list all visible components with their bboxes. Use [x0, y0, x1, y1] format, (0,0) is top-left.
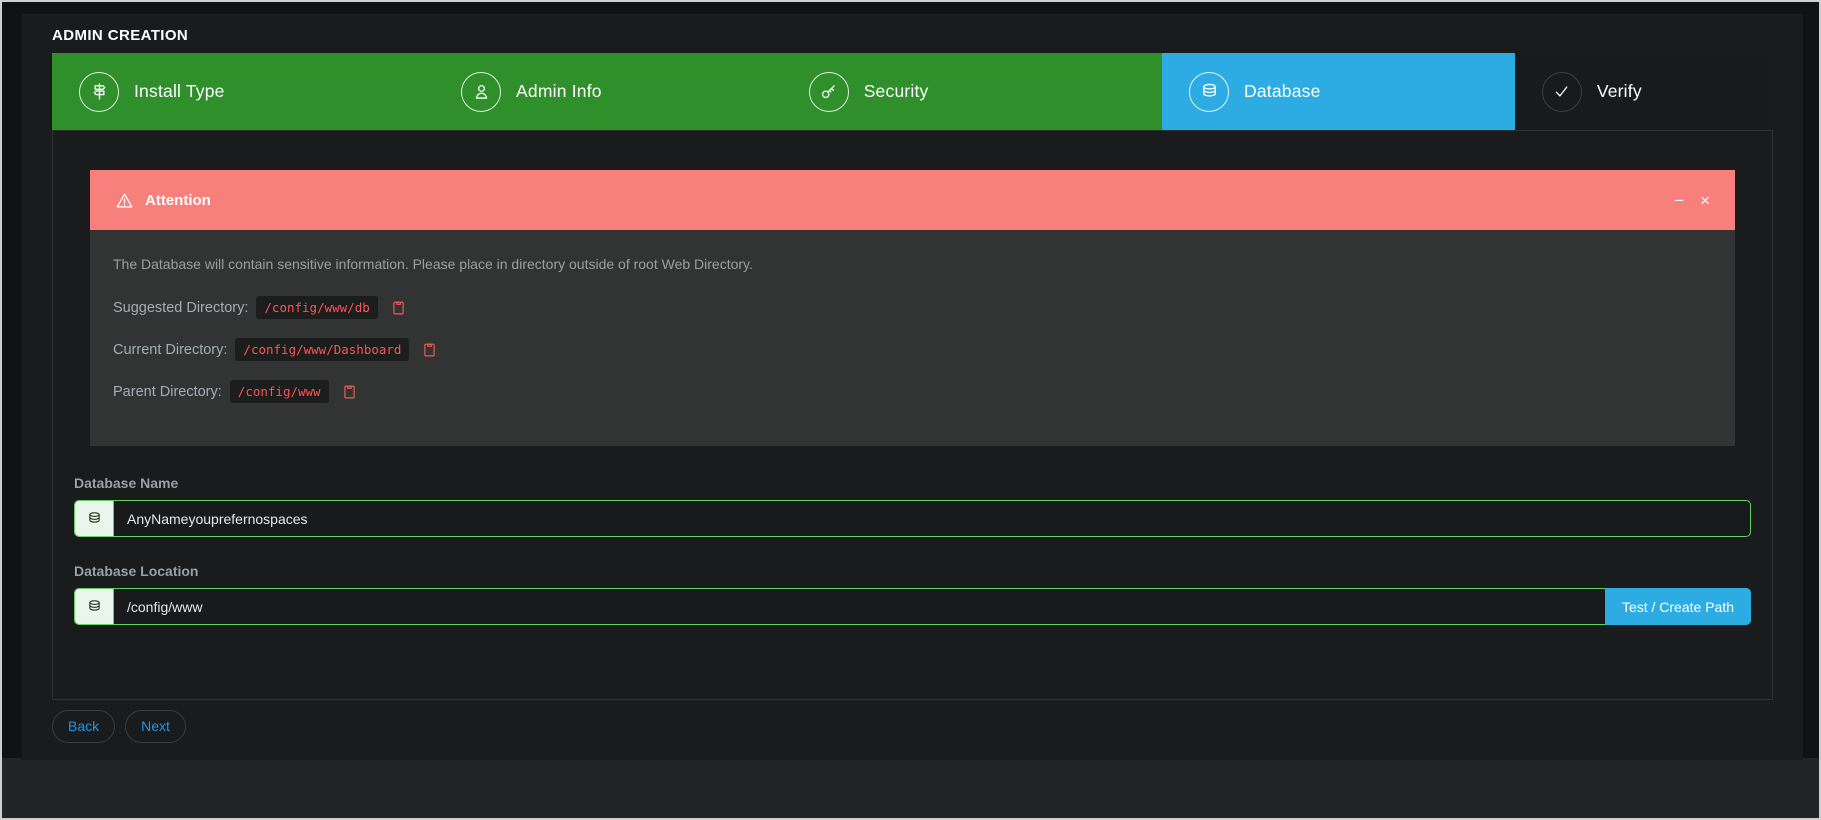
- signpost-icon: [79, 72, 119, 112]
- step-label: Install Type: [134, 81, 225, 102]
- current-directory-row: Current Directory: /config/www/Dashboard: [113, 338, 1712, 361]
- check-icon: [1542, 72, 1582, 112]
- suggested-directory-row: Suggested Directory: /config/www/db: [113, 296, 1712, 319]
- directory-label: Parent Directory:: [113, 384, 222, 400]
- back-button[interactable]: Back: [52, 710, 115, 743]
- page-footer-background: [2, 758, 1819, 818]
- step-database[interactable]: Database: [1162, 53, 1515, 130]
- directory-path-chip: /config/www: [230, 380, 329, 403]
- next-button[interactable]: Next: [125, 710, 186, 743]
- admin-creation-page: { "page": { "title": "ADMIN CREATION" },…: [0, 0, 1821, 820]
- step-verify[interactable]: Verify: [1515, 53, 1773, 130]
- parent-directory-row: Parent Directory: /config/www: [113, 380, 1712, 403]
- database-addon: [75, 501, 114, 536]
- database-name-input-group: [74, 500, 1751, 537]
- step-install-type[interactable]: Install Type: [52, 53, 434, 130]
- alert-message: The Database will contain sensitive info…: [113, 256, 1712, 272]
- database-name-input[interactable]: [114, 501, 1750, 536]
- directory-label: Suggested Directory:: [113, 300, 248, 316]
- database-location-input-group: Test / Create Path: [74, 588, 1751, 625]
- person-icon: [461, 72, 501, 112]
- page-title: ADMIN CREATION: [52, 27, 1773, 44]
- key-icon: [809, 72, 849, 112]
- step-label: Verify: [1597, 81, 1642, 102]
- database-name-label: Database Name: [74, 475, 1751, 491]
- database-location-group: Database Location Test / Create Path: [74, 563, 1751, 625]
- step-content-panel: Attention − × The Database will contain …: [52, 130, 1773, 700]
- clipboard-icon[interactable]: [341, 382, 358, 401]
- attention-alert: Attention − × The Database will contain …: [90, 170, 1735, 446]
- database-name-group: Database Name: [74, 475, 1751, 537]
- database-location-input[interactable]: [114, 589, 1605, 624]
- alert-body: The Database will contain sensitive info…: [90, 230, 1735, 446]
- directory-path-chip: /config/www/Dashboard: [235, 338, 409, 361]
- admin-creation-card: ADMIN CREATION Install Type Admin Info S…: [22, 14, 1803, 760]
- database-addon: [75, 589, 114, 624]
- directory-path-chip: /config/www/db: [256, 296, 377, 319]
- directory-label: Current Directory:: [113, 342, 227, 358]
- test-create-path-button[interactable]: Test / Create Path: [1605, 588, 1751, 625]
- minimize-alert-button[interactable]: −: [1674, 192, 1684, 209]
- warning-triangle-icon: [115, 191, 134, 210]
- alert-title: Attention: [145, 192, 211, 209]
- step-security[interactable]: Security: [782, 53, 1162, 130]
- close-alert-button[interactable]: ×: [1700, 192, 1710, 209]
- clipboard-icon[interactable]: [421, 340, 438, 359]
- alert-header: Attention − ×: [90, 170, 1735, 230]
- step-label: Database: [1244, 81, 1321, 102]
- wizard-step-bar: Install Type Admin Info Security Databas…: [52, 53, 1773, 130]
- database-icon: [1189, 72, 1229, 112]
- step-label: Admin Info: [516, 81, 602, 102]
- clipboard-icon[interactable]: [390, 298, 407, 317]
- wizard-nav-buttons: Back Next: [52, 710, 1803, 743]
- step-label: Security: [864, 81, 929, 102]
- step-admin-info[interactable]: Admin Info: [434, 53, 782, 130]
- database-location-label: Database Location: [74, 563, 1751, 579]
